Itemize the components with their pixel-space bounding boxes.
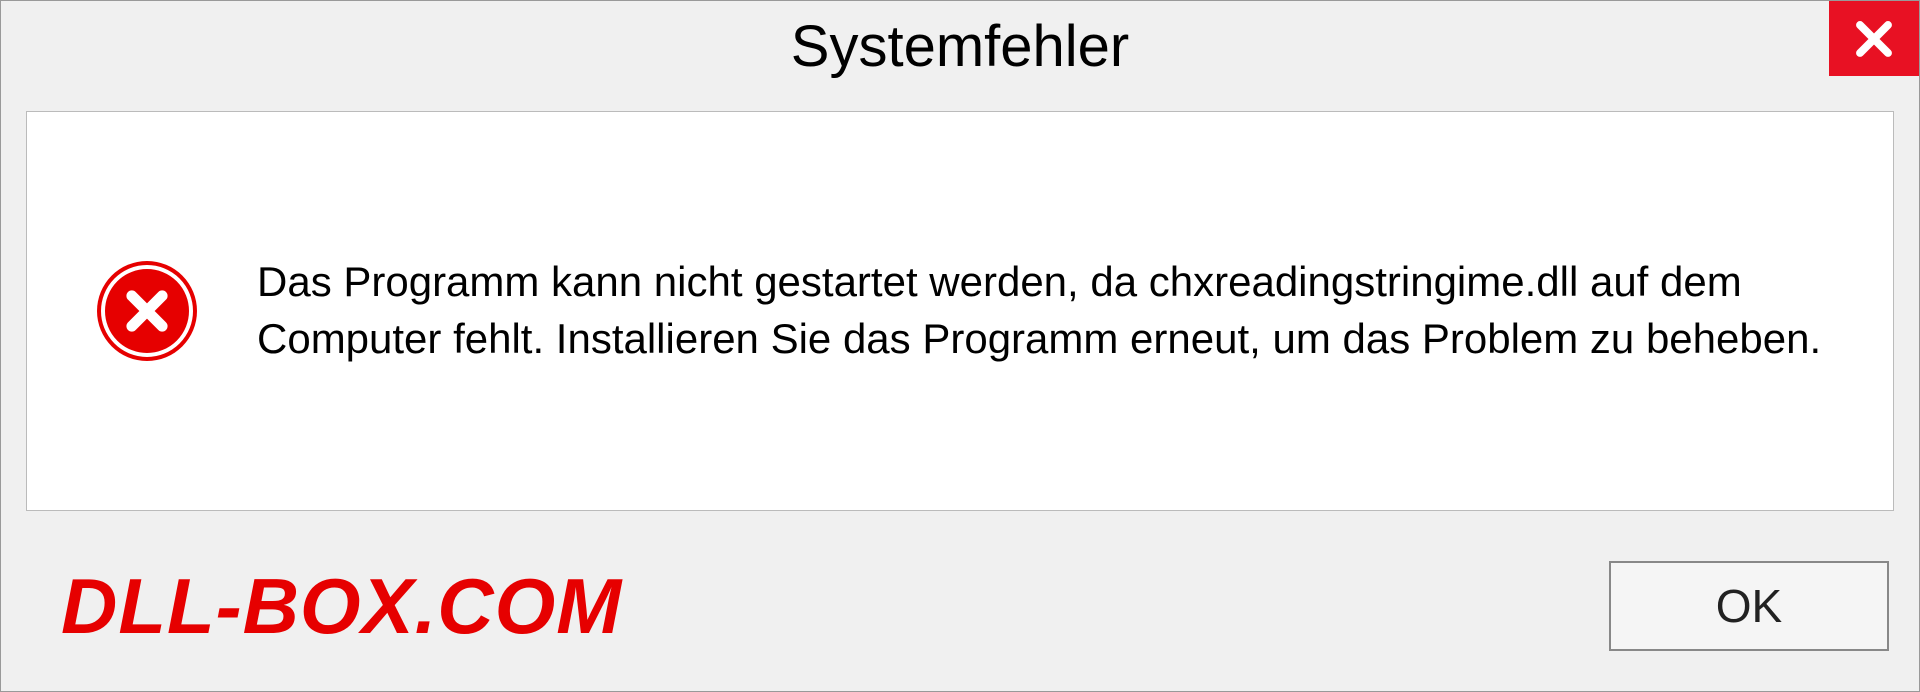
content-area: Das Programm kann nicht gestartet werden…: [1, 91, 1919, 531]
titlebar: Systemfehler: [1, 1, 1919, 91]
error-message: Das Programm kann nicht gestartet werden…: [257, 254, 1833, 367]
error-dialog: Systemfehler Das Programm kann nicht ges…: [0, 0, 1920, 692]
dialog-title: Systemfehler: [791, 13, 1129, 80]
dialog-footer: DLL-BOX.COM OK: [1, 531, 1919, 691]
brand-text: DLL-BOX.COM: [61, 561, 622, 652]
error-icon-wrap: [97, 261, 197, 361]
error-icon: [97, 261, 197, 361]
ok-button[interactable]: OK: [1609, 561, 1889, 651]
close-icon: [1853, 18, 1895, 60]
close-button[interactable]: [1829, 1, 1919, 76]
message-box: Das Programm kann nicht gestartet werden…: [26, 111, 1894, 511]
